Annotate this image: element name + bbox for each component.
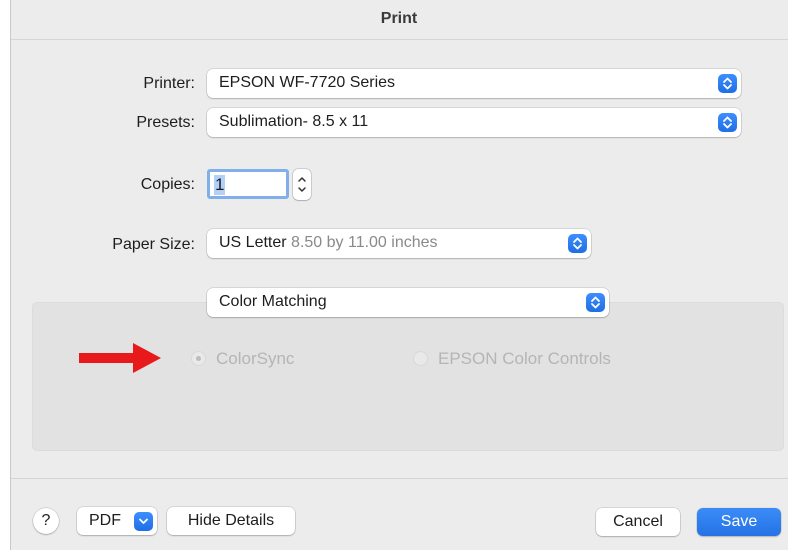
colorsync-label: ColorSync [216,349,295,368]
paper-size-text: US Letter 8.50 by 11.00 inches [219,234,438,252]
printer-label: Printer: [143,75,195,92]
hide-details-button[interactable]: Hide Details [167,507,295,535]
epson-color-controls-label: EPSON Color Controls [438,349,611,368]
paper-size-value: US Letter [219,234,287,251]
print-dialog: Print Printer: EPSON WF-7720 Series Pres… [10,0,788,550]
paper-size-label: Paper Size: [112,236,195,253]
updown-chevron-icon [586,293,605,312]
pdf-label: PDF [89,512,121,529]
color-matching-panel [32,302,784,451]
presets-value: Sublimation- 8.5 x 11 [219,113,369,130]
section-value: Color Matching [219,293,327,310]
copies-value: 1 [214,175,226,195]
chevron-down-icon [134,512,153,531]
save-button[interactable]: Save [697,508,781,536]
section-popup[interactable]: Color Matching [207,288,609,317]
radio-dot [196,356,201,361]
updown-chevron-icon [718,74,737,93]
arrow-right-icon [79,343,161,373]
copies-label: Copies: [140,176,195,193]
help-button[interactable]: ? [33,508,59,534]
updown-chevron-icon [568,234,587,253]
footer-divider [11,478,788,479]
cancel-button[interactable]: Cancel [596,508,680,536]
copies-field[interactable]: 1 [207,169,289,199]
presets-popup[interactable]: Sublimation- 8.5 x 11 [207,108,741,137]
presets-label: Presets: [136,114,195,131]
pdf-menu-button[interactable]: PDF [77,507,157,535]
copies-stepper[interactable] [293,169,311,200]
epson-color-controls-radio[interactable] [413,351,428,366]
title-bar: Print [11,0,788,40]
colorsync-radio[interactable] [191,351,206,366]
updown-chevron-icon [718,113,737,132]
paper-size-detail: 8.50 by 11.00 inches [291,234,438,251]
window-title: Print [380,10,418,27]
printer-value: EPSON WF-7720 Series [219,74,396,91]
paper-size-popup[interactable]: US Letter 8.50 by 11.00 inches [207,229,591,258]
stepper-arrows-icon [298,177,306,192]
printer-popup[interactable]: EPSON WF-7720 Series [207,69,741,98]
